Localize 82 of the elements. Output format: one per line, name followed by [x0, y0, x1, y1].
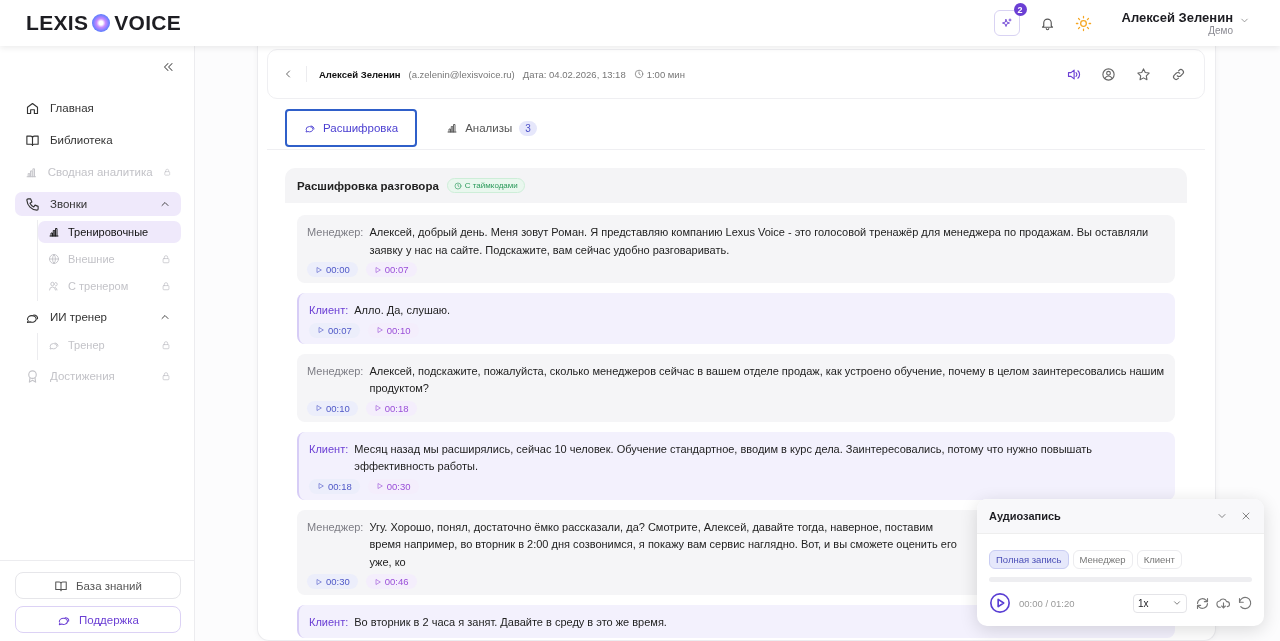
clock-icon — [633, 69, 644, 79]
speaker-label: Менеджер: — [307, 519, 364, 535]
play-button-icon[interactable] — [989, 592, 1011, 614]
play-icon — [373, 265, 382, 274]
sidebar-item[interactable]: Тренировочные — [38, 221, 181, 243]
award-icon — [25, 368, 40, 384]
speaker-label: Клиент: — [309, 441, 349, 457]
panel-title: Расшифровка разговора — [297, 179, 439, 192]
user-icon[interactable] — [1101, 66, 1116, 82]
timecode-button[interactable]: 00:00 — [307, 262, 358, 277]
speaker-label: Менеджер: — [307, 225, 364, 240]
filter-chip[interactable]: Полная запись — [989, 550, 1069, 569]
call-date: Дата: 04.02.2026, 13:18 — [522, 68, 626, 80]
speaker-label: Клиент: — [309, 303, 349, 318]
collapse-sidebar-icon[interactable] — [161, 60, 175, 74]
play-icon — [375, 482, 384, 490]
play-icon — [315, 265, 323, 274]
message-text: Угу. Хорошо, понял, достаточно ёмко рассказали, да? Смотрите, Алексей, давайте тогда, наверное, поставим время например, во вторник в 2:00 дня созвонимся, я покажу вам сервис наглядно. Вот, и вы сможете оценить его уже, ко — [369, 519, 958, 570]
play-icon — [315, 577, 323, 586]
sidebar-item[interactable]: Библиотека — [15, 128, 181, 152]
play-icon — [375, 326, 384, 334]
sidebar-item[interactable]: Звонки — [15, 192, 181, 216]
users-icon — [48, 280, 60, 292]
link-icon[interactable] — [1171, 66, 1186, 82]
play-icon — [317, 326, 325, 334]
timecode-button[interactable]: 00:07 — [309, 322, 360, 338]
play-icon — [315, 404, 323, 412]
book-icon — [25, 132, 40, 148]
message-text: Алло. Да, слушаю. — [354, 303, 451, 318]
message-text: Алексей, добрый день. Меня зовут Роман. Я представляю компанию Lexus Voice - это голосовой тренажёр для менеджера по продажам. Вы оставляли заявку у нас на сайте. Подскажите, вам сейчас удобно разговаривать. — [369, 225, 1150, 258]
playback-time: 00:00 / 01:20 — [1019, 597, 1076, 609]
user-role: Демо — [1208, 25, 1233, 36]
message-text: Месяц назад мы расширялись, сейчас 10 человек. Обучение стандартное, вводим в курс дела. Заинтересовались, потому что нужно повышать эффективность работы. — [354, 441, 1094, 474]
sidebar-button[interactable]: Поддержка — [15, 606, 181, 633]
chat-icon — [48, 339, 60, 351]
timecode-button[interactable]: 00:30 — [307, 574, 358, 589]
count-badge: 3 — [519, 120, 537, 136]
chart-icon — [48, 226, 60, 238]
sidebar-button[interactable]: База знаний — [15, 572, 181, 599]
speaker-label: Менеджер: — [307, 363, 364, 379]
logo-text: VOICE — [114, 11, 182, 35]
filter-chip[interactable]: Клиент — [1136, 550, 1182, 569]
star-icon[interactable] — [1136, 66, 1151, 82]
message-text: Во вторник в 2 часа я занят. Давайте в среду в это же время. — [354, 615, 667, 630]
timecode-button[interactable]: 00:10 — [307, 400, 358, 416]
chat-icon — [304, 122, 316, 134]
caller-email: (a.zelenin@lexisvoice.ru) — [408, 68, 515, 80]
notification-badge: 2 — [1013, 3, 1027, 16]
timecode-badge: С таймкодами — [446, 178, 525, 193]
sidebar-item[interactable]: ИИ тренер — [15, 305, 181, 329]
undo-icon[interactable] — [1237, 595, 1252, 611]
chevron-down-icon — [1172, 598, 1182, 608]
logo-text: LEXIS — [26, 11, 89, 35]
sidebar-item[interactable]: Главная — [15, 96, 181, 120]
cloud-download-icon[interactable] — [1216, 595, 1231, 611]
speaker-label: Клиент: — [309, 615, 349, 630]
phone-icon — [25, 196, 40, 212]
book-icon — [54, 578, 69, 593]
timecode-button[interactable]: 00:18 — [309, 478, 360, 494]
user-name[interactable]: Алексей Зеленин — [1121, 10, 1233, 25]
chart-icon — [446, 122, 459, 134]
play-icon — [373, 404, 382, 412]
close-icon[interactable] — [1240, 510, 1252, 522]
tab[interactable]: Анализы 3 — [427, 109, 556, 147]
play-icon — [373, 577, 382, 586]
logo-orb-icon — [92, 14, 111, 32]
tab[interactable]: Расшифровка — [285, 109, 418, 147]
filter-chip[interactable]: Менеджер — [1072, 550, 1133, 569]
speed-select[interactable]: 1x — [1133, 593, 1187, 613]
home-icon — [25, 100, 40, 116]
timecode-button[interactable]: 00:18 — [365, 400, 417, 416]
caller-name: Алексей Зеленин — [319, 68, 401, 80]
timecode-button[interactable]: 00:07 — [365, 262, 417, 277]
bell-icon[interactable] — [1039, 15, 1055, 31]
globe-icon — [48, 253, 60, 265]
timecode-button[interactable]: 00:46 — [365, 574, 417, 589]
call-duration: 1:00 мин — [646, 68, 685, 80]
clock-icon — [453, 181, 462, 190]
repeat-icon[interactable] — [1195, 595, 1210, 611]
player-title: Аудиозапись — [989, 510, 1062, 522]
message-text: Алексей, подскажите, пожалуйста, сколько менеджеров сейчас в вашем отделе продаж, как устроено обучение, почему в целом заинтересовались нашим продуктом? — [369, 363, 1165, 396]
play-icon — [317, 482, 325, 490]
